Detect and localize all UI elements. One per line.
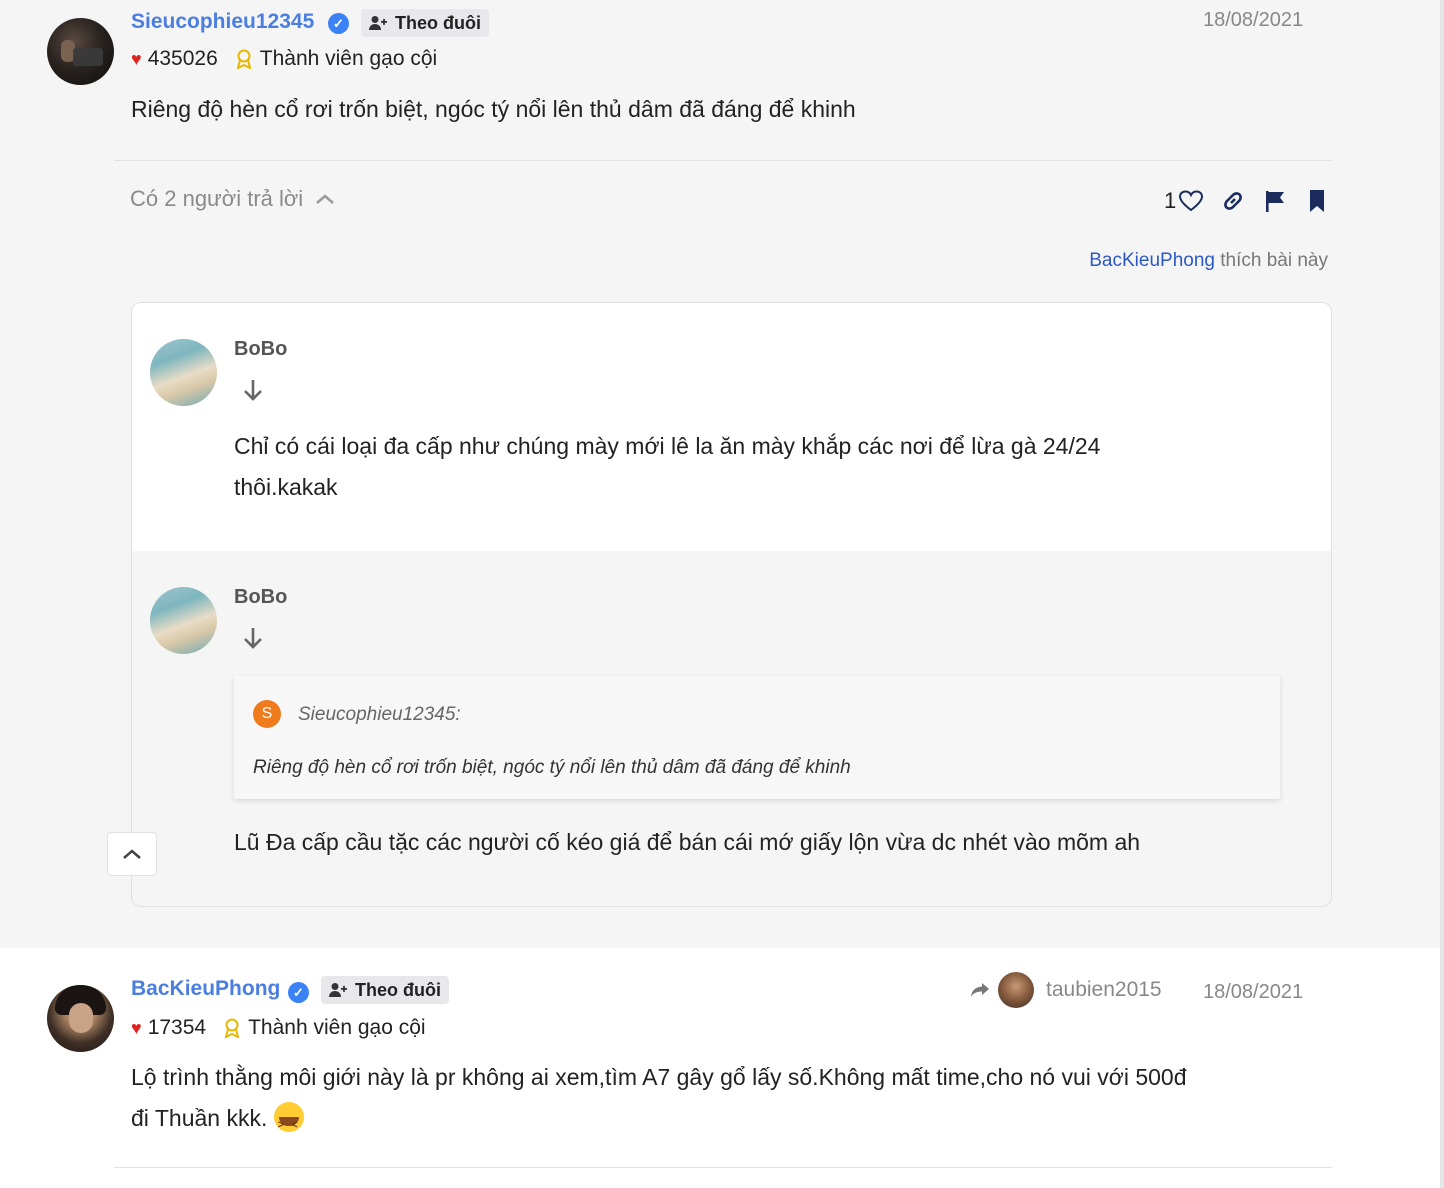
username-link[interactable]: Sieucophieu12345	[131, 10, 314, 34]
like-score: 17354	[147, 1016, 207, 1039]
replies-label: Có 2 người trả lời	[130, 186, 304, 211]
medal-icon	[236, 49, 252, 70]
liked-by: BacKieuPhong thích bài này	[1089, 250, 1328, 272]
verified-icon: ✓	[328, 13, 349, 34]
arrow-down-icon[interactable]	[241, 377, 265, 403]
member-rank: Thành viên gạo cội	[248, 1016, 426, 1039]
shared-from[interactable]: taubien2015	[970, 972, 1162, 1008]
shared-from-user[interactable]: taubien2015	[1046, 978, 1162, 1002]
chevron-up-icon	[316, 194, 335, 204]
follow-button[interactable]: Theo đuôi	[361, 9, 489, 37]
post-date: 18/08/2021	[1203, 9, 1304, 31]
scroll-top-button[interactable]	[107, 832, 157, 876]
like-score: 435026	[147, 47, 218, 70]
post-sieucophieu: Sieucophieu12345 ✓ Theo đuôi 18/08/2021 …	[0, 0, 1440, 948]
post-content-text: đi Thuần kkk.	[131, 1105, 268, 1131]
reply-username[interactable]: BoBo	[234, 338, 287, 361]
reply-username[interactable]: BoBo	[234, 586, 287, 609]
heart-icon: ♥	[131, 48, 142, 69]
quote-author[interactable]: Sieucophieu12345:	[298, 704, 461, 726]
user-stats: ♥ 435026 Thành viên gạo cội	[131, 47, 437, 71]
follow-button[interactable]: Theo đuôi	[321, 976, 449, 1004]
like-count: 1	[1164, 188, 1177, 213]
member-rank: Thành viên gạo cội	[259, 47, 438, 70]
reply-content-line2: thôi.kakak	[234, 474, 338, 500]
share-icon	[971, 983, 989, 997]
user-stats: ♥ 17354 Thành viên gạo cội	[131, 1016, 426, 1040]
liked-by-suffix: thích bài này	[1214, 250, 1328, 271]
post-date: 18/08/2021	[1203, 981, 1304, 1003]
quote-text: Riêng độ hèn cổ rơi trốn biệt, ngóc tý n…	[253, 757, 851, 778]
arrow-down-icon[interactable]	[241, 625, 265, 651]
link-icon[interactable]	[1220, 188, 1246, 214]
heart-outline-icon[interactable]	[1178, 188, 1204, 214]
follow-label: Theo đuôi	[355, 979, 441, 1000]
scrollbar[interactable]	[1440, 0, 1444, 1188]
avatar[interactable]	[998, 972, 1034, 1008]
avatar[interactable]	[150, 339, 217, 406]
reply-content-line1: Chỉ có cái loại đa cấp như chúng mày mới…	[234, 433, 1101, 459]
divider	[114, 160, 1332, 161]
bookmark-icon[interactable]	[1304, 188, 1330, 214]
reply-content: Lũ Đa cấp cầu tặc các người cố kéo giá đ…	[234, 829, 1141, 855]
avatar[interactable]	[150, 587, 217, 654]
quote-block: S Sieucophieu12345: Riêng độ hèn cổ rơi …	[234, 676, 1280, 799]
action-bar: 1	[1164, 188, 1330, 214]
verified-icon: ✓	[288, 982, 309, 1003]
reply-item: BoBo Chỉ có cái loại đa cấp như chúng mà…	[132, 303, 1331, 551]
heart-icon: ♥	[131, 1017, 142, 1038]
post-content-line2: đi Thuần kkk.	[131, 1098, 304, 1146]
medal-icon	[224, 1018, 240, 1039]
post-content-line1: Lộ trình thằng môi giới này là pr không …	[131, 1064, 1187, 1090]
avatar[interactable]	[47, 18, 114, 85]
post-content: Riêng độ hèn cổ rơi trốn biệt, ngóc tý n…	[131, 96, 856, 122]
add-user-icon	[369, 15, 387, 31]
flag-icon[interactable]	[1262, 188, 1288, 214]
quote-avatar: S	[253, 700, 281, 728]
username-link[interactable]: BacKieuPhong	[131, 977, 280, 1001]
chevron-up-icon	[123, 849, 141, 859]
laughing-emoji-icon	[273, 1101, 304, 1146]
follow-label: Theo đuôi	[395, 12, 481, 33]
divider	[114, 1167, 1332, 1168]
liked-by-user-link[interactable]: BacKieuPhong	[1089, 250, 1215, 271]
avatar[interactable]	[47, 985, 114, 1052]
add-user-icon	[329, 982, 347, 998]
replies-container: BoBo Chỉ có cái loại đa cấp như chúng mà…	[131, 302, 1332, 907]
replies-toggle[interactable]: Có 2 người trả lời	[130, 186, 335, 212]
